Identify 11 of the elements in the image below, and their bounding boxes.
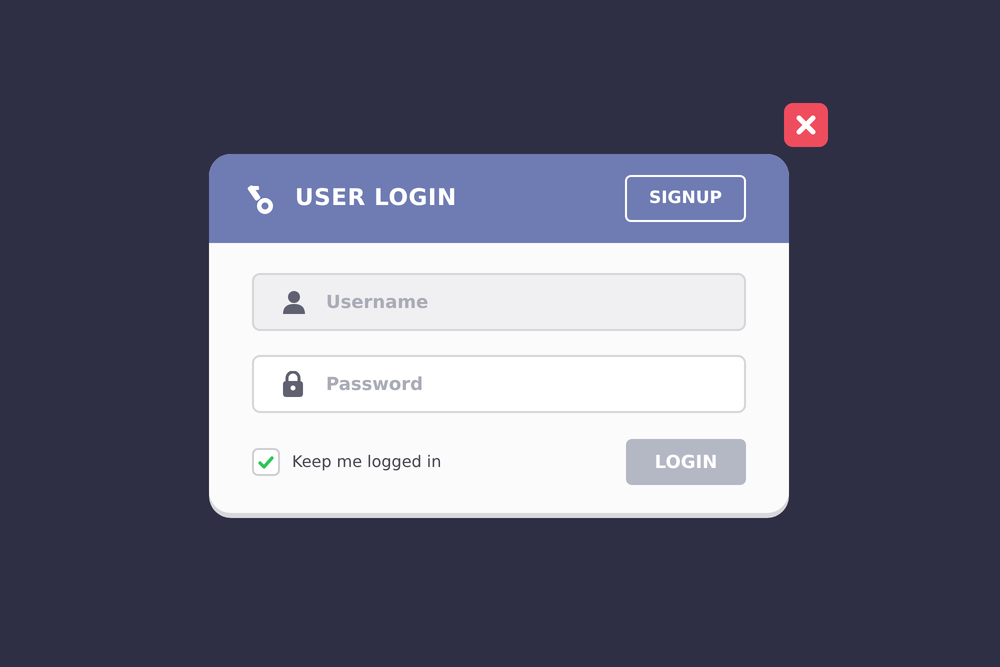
input-field[interactable]: Password <box>252 355 746 413</box>
close-button[interactable] <box>784 103 828 147</box>
user-icon <box>282 290 306 314</box>
lock-icon <box>282 371 304 397</box>
checkbox-label[interactable]: Keep me logged in <box>292 450 442 474</box>
signup-button[interactable]: SIGNUP <box>625 175 746 222</box>
check-icon <box>258 456 274 468</box>
checkbox[interactable] <box>252 448 280 476</box>
dialog-title: USER LOGIN <box>295 184 457 214</box>
input-field[interactable]: Username <box>252 273 746 331</box>
close-icon <box>795 114 817 136</box>
